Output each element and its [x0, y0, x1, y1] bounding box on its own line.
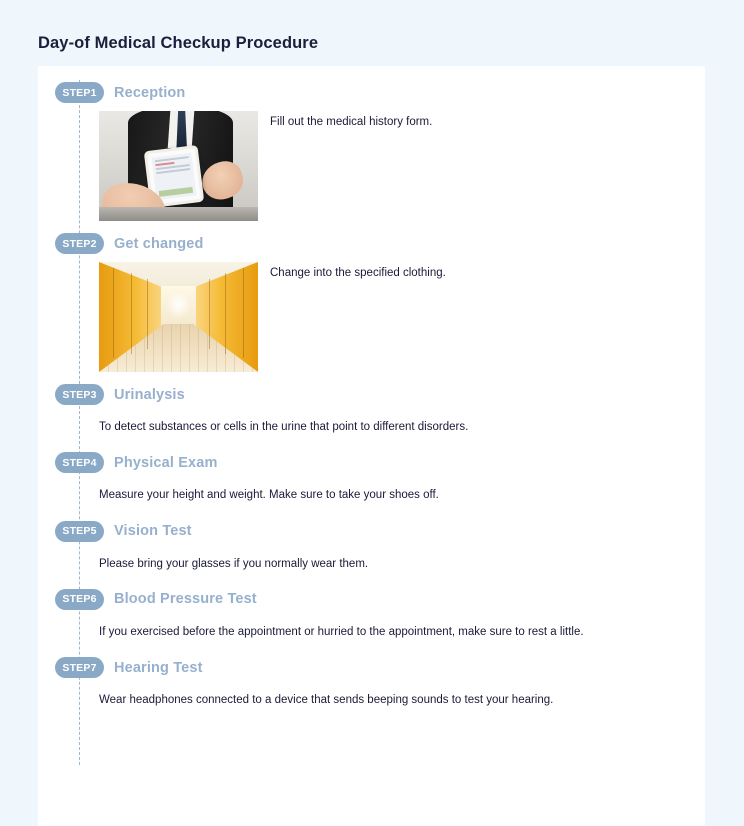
step-header: STEP7 Hearing Test [38, 657, 705, 678]
step-badge: STEP4 [55, 452, 104, 474]
step-header: STEP5 Vision Test [38, 520, 705, 542]
step-body: To detect substances or cells in the uri… [38, 405, 705, 452]
step-body: Change into the specified clothing. [38, 254, 705, 384]
step-badge: STEP3 [55, 384, 104, 405]
step-header: STEP2 Get changed [38, 233, 705, 254]
step-item: STEP2 Get changed Change into the specif… [38, 233, 705, 384]
step-header: STEP3 Urinalysis [38, 384, 705, 405]
step-timeline: STEP1 Reception Fill out the medical his… [38, 66, 705, 766]
step-description: Fill out the medical history form. [270, 116, 433, 128]
step-body: Wear headphones connected to a device th… [38, 678, 705, 725]
step-description: Wear headphones connected to a device th… [99, 694, 554, 706]
lockers-photo [99, 262, 258, 372]
step-header: STEP4 Physical Exam [38, 452, 705, 474]
step-item: STEP7 Hearing Test Wear headphones conne… [38, 657, 705, 725]
step-title: Blood Pressure Test [114, 591, 257, 608]
step-item: STEP1 Reception Fill out the medical his… [38, 82, 705, 233]
step-body: Fill out the medical history form. [38, 103, 705, 233]
step-badge: STEP1 [55, 82, 104, 103]
step-title: Get changed [114, 235, 204, 252]
step-title: Physical Exam [114, 454, 218, 471]
step-title: Urinalysis [114, 386, 185, 403]
step-body: Measure your height and weight. Make sur… [38, 473, 705, 520]
step-description: To detect substances or cells in the uri… [99, 421, 469, 433]
step-description: Change into the specified clothing. [270, 267, 446, 279]
step-badge: STEP2 [55, 233, 104, 254]
step-badge: STEP6 [55, 588, 104, 610]
page-title: Day-of Medical Checkup Procedure [38, 34, 319, 52]
step-title: Vision Test [114, 523, 192, 539]
step-description: If you exercised before the appointment … [99, 625, 584, 638]
step-item: STEP3 Urinalysis To detect substances or… [38, 384, 705, 452]
step-header: STEP6 Blood Pressure Test [38, 588, 705, 610]
step-item: STEP6 Blood Pressure Test If you exercis… [38, 588, 705, 657]
step-header: STEP1 Reception [38, 82, 705, 103]
step-title: Hearing Test [114, 659, 203, 676]
step-item: STEP4 Physical Exam Measure your height … [38, 452, 705, 520]
step-body: Please bring your glasses if you normall… [38, 542, 705, 589]
step-description: Measure your height and weight. Make sur… [99, 489, 439, 502]
step-title: Reception [114, 84, 186, 101]
procedure-card: STEP1 Reception Fill out the medical his… [38, 66, 705, 826]
step-body: If you exercised before the appointment … [38, 610, 705, 657]
step-description: Please bring your glasses if you normall… [99, 557, 369, 570]
reception-photo [99, 111, 258, 221]
step-badge: STEP7 [55, 657, 104, 678]
step-badge: STEP5 [55, 520, 104, 542]
step-item: STEP5 Vision Test Please bring your glas… [38, 520, 705, 589]
